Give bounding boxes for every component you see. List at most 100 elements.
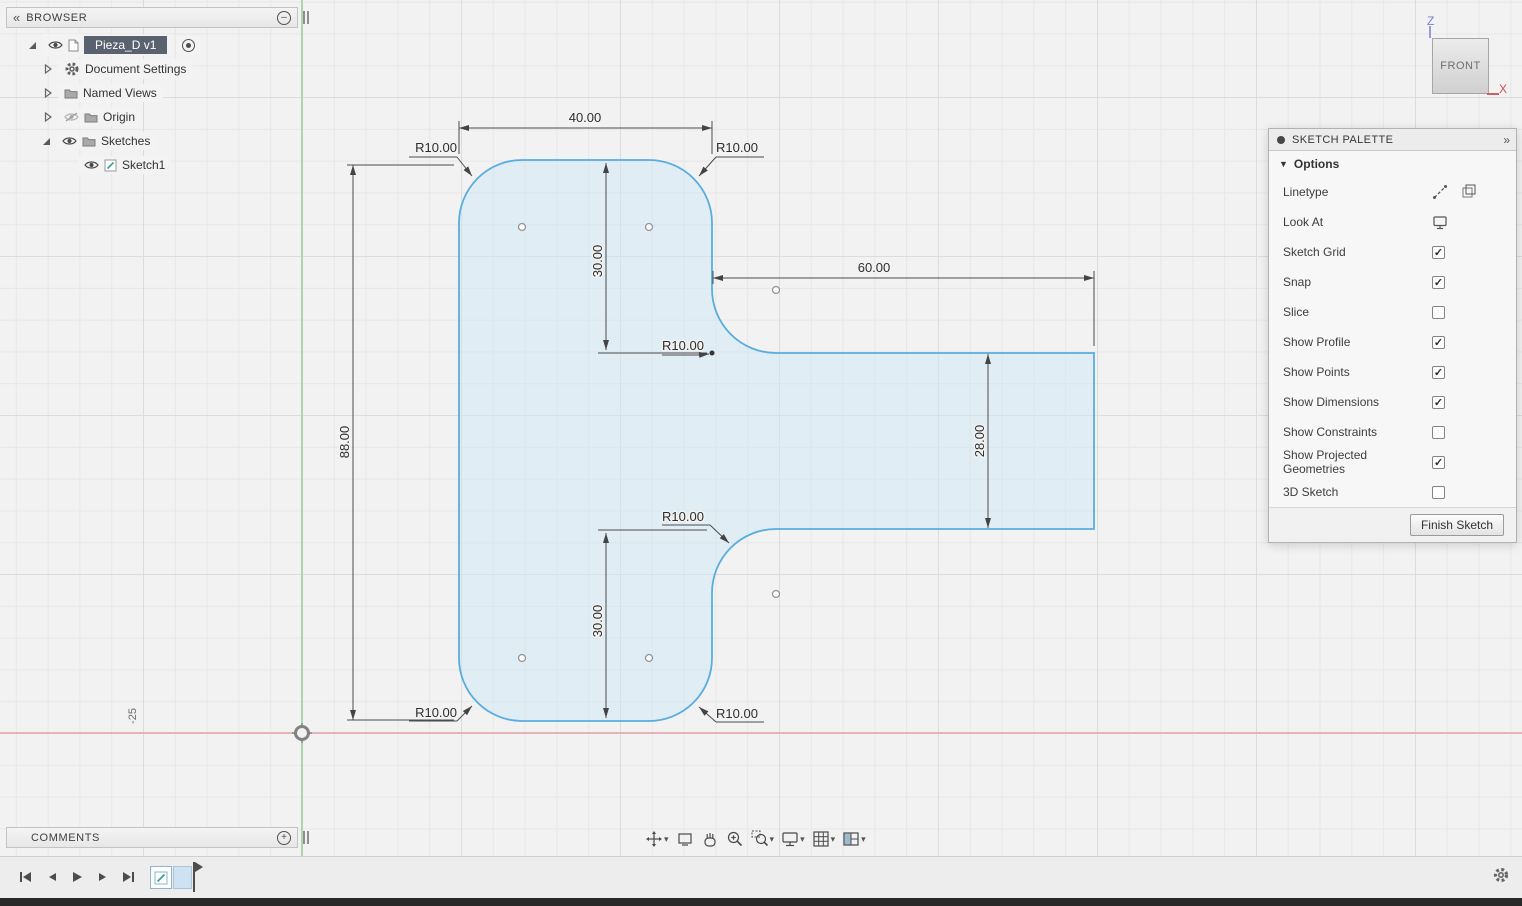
grid-snaps-button[interactable]: ▾ [812,830,835,848]
collapsed-arrow-icon[interactable] [42,63,54,75]
go-to-start-icon[interactable] [18,870,33,884]
collapsed-arrow-icon[interactable] [42,111,54,123]
slice-checkbox[interactable]: ✓ [1432,305,1445,319]
play-icon[interactable] [70,870,84,884]
browser-item-label: Named Views [83,86,157,100]
construction-linetype-icon[interactable] [1432,184,1448,200]
dim-radius-top-left[interactable]: R10.00 [409,139,473,177]
visibility-eye-icon[interactable] [84,160,99,170]
browser-panel-grip[interactable] [303,11,309,24]
minimize-panel-icon[interactable]: – [277,10,291,25]
dim-label[interactable]: 28.00 [971,423,989,459]
show-dimensions-checkbox[interactable]: ✓ [1432,395,1445,409]
section-caret-icon: ▼ [1279,159,1288,169]
step-back-icon[interactable] [45,870,58,884]
sketch-palette-header[interactable]: SKETCH PALETTE » [1269,129,1516,151]
dim-radius-bottom-right[interactable]: R10.00 [698,705,764,723]
dim-label[interactable]: R10.00 [414,139,459,157]
timeline-settings-gear[interactable] [1492,866,1510,889]
sketch-point[interactable] [517,222,527,232]
panel-dot-icon [1277,135,1285,144]
expand-panel-icon[interactable]: + [277,830,291,845]
look-at-button[interactable] [676,830,694,848]
show-projected-geometries-checkbox[interactable]: ✓ [1432,455,1446,469]
comments-panel-header[interactable]: COMMENTS + [6,827,298,848]
active-document-radio[interactable] [182,38,196,52]
gear-icon [1493,867,1509,883]
dim-label[interactable]: 88.00 [336,424,354,460]
view-cube[interactable]: Z FRONT X [1425,12,1520,102]
pan-button[interactable]: ▾ [645,830,669,848]
zoom-window-button[interactable]: ▾ [751,830,775,848]
dim-label[interactable]: 30.00 [589,603,607,639]
sketch-point[interactable] [517,653,527,663]
dim-label[interactable]: 30.00 [589,243,607,279]
browser-row-named-views[interactable]: Named Views [6,81,200,105]
collapsed-arrow-icon[interactable] [42,87,54,99]
browser-item-label: Origin [103,110,136,124]
dim-label[interactable]: R10.00 [414,704,459,722]
timeline-sketch-feature[interactable] [150,866,172,889]
dim-radius-bottom-left[interactable]: R10.00 [409,704,473,722]
3d-sketch-checkbox[interactable]: ✓ [1432,485,1445,499]
timeline-bar [0,856,1522,898]
sketch-point[interactable] [771,285,781,295]
fillet-point[interactable] [709,350,715,356]
browser-row-document-settings[interactable]: Document Settings [6,57,200,81]
timeline-selection-highlight[interactable] [173,866,192,889]
snap-checkbox[interactable]: ✓ [1432,275,1445,289]
expand-arrow-icon[interactable] [40,135,52,147]
dim-top-width[interactable]: 40.00 [458,109,713,154]
timeline-marker-flag[interactable] [195,862,203,872]
show-profile-checkbox[interactable]: ✓ [1432,335,1445,349]
viewports-icon [843,832,859,846]
go-to-end-icon[interactable] [121,870,136,884]
dim-arm-length[interactable]: 60.00 [712,259,1095,346]
dim-label[interactable]: R10.00 [715,705,760,723]
dim-label[interactable]: 60.00 [856,259,892,277]
browser-row-document[interactable]: Pieza_D v1 [6,33,201,57]
options-section-header[interactable]: ▼ Options [1269,151,1516,177]
document-name[interactable]: Pieza_D v1 [84,36,168,54]
sketch-point[interactable] [644,222,654,232]
palette-row-3d-sketch: 3D Sketch ✓ [1269,477,1516,507]
zoom-button[interactable] [726,830,744,848]
view-cube-front-face[interactable]: FRONT [1432,38,1489,94]
sketch-profile[interactable] [458,159,1095,722]
display-settings-button[interactable]: ▾ [781,830,805,848]
comments-panel-title: COMMENTS [31,831,100,844]
show-constraints-checkbox[interactable]: ✓ [1432,425,1445,439]
caret-down-icon: ▾ [769,833,775,844]
viewports-button[interactable]: ▾ [842,830,866,848]
centerline-linetype-icon[interactable] [1461,184,1477,200]
grid-settings-icon [812,831,829,847]
visibility-off-eye-icon[interactable] [64,112,79,122]
step-forward-icon[interactable] [96,870,109,884]
look-at-icon[interactable] [1432,214,1448,230]
visibility-eye-icon[interactable] [48,40,63,50]
sketch-point[interactable] [644,653,654,663]
comments-panel-grip[interactable] [303,831,309,844]
browser-row-sketch1[interactable]: Sketch1 [6,153,200,177]
expand-right-icon[interactable]: » [1503,133,1510,147]
origin-marker[interactable] [292,723,312,743]
visibility-eye-icon[interactable] [62,136,77,146]
dim-label[interactable]: R10.00 [715,139,760,157]
finish-sketch-button[interactable]: Finish Sketch [1409,514,1504,536]
browser-panel-header[interactable]: « BROWSER – [6,7,298,28]
browser-row-sketches[interactable]: Sketches [6,129,200,153]
sketch-grid-checkbox[interactable]: ✓ [1432,245,1445,259]
show-points-checkbox[interactable]: ✓ [1432,365,1445,379]
folder-icon [82,137,96,146]
pan-hand-button[interactable] [701,830,719,848]
dim-label[interactable]: 40.00 [567,109,603,127]
dim-label[interactable]: R10.00 [661,508,706,526]
sketch-point[interactable] [771,589,781,599]
browser-row-origin[interactable]: Origin [6,105,200,129]
palette-footer: Finish Sketch [1269,507,1516,542]
dim-left-height[interactable]: 88.00 [336,164,454,721]
expand-arrow-icon[interactable] [26,39,38,51]
dim-label[interactable]: R10.00 [661,337,706,355]
dim-radius-top-right[interactable]: R10.00 [698,139,764,177]
collapse-panel-icon[interactable]: « [13,11,20,24]
